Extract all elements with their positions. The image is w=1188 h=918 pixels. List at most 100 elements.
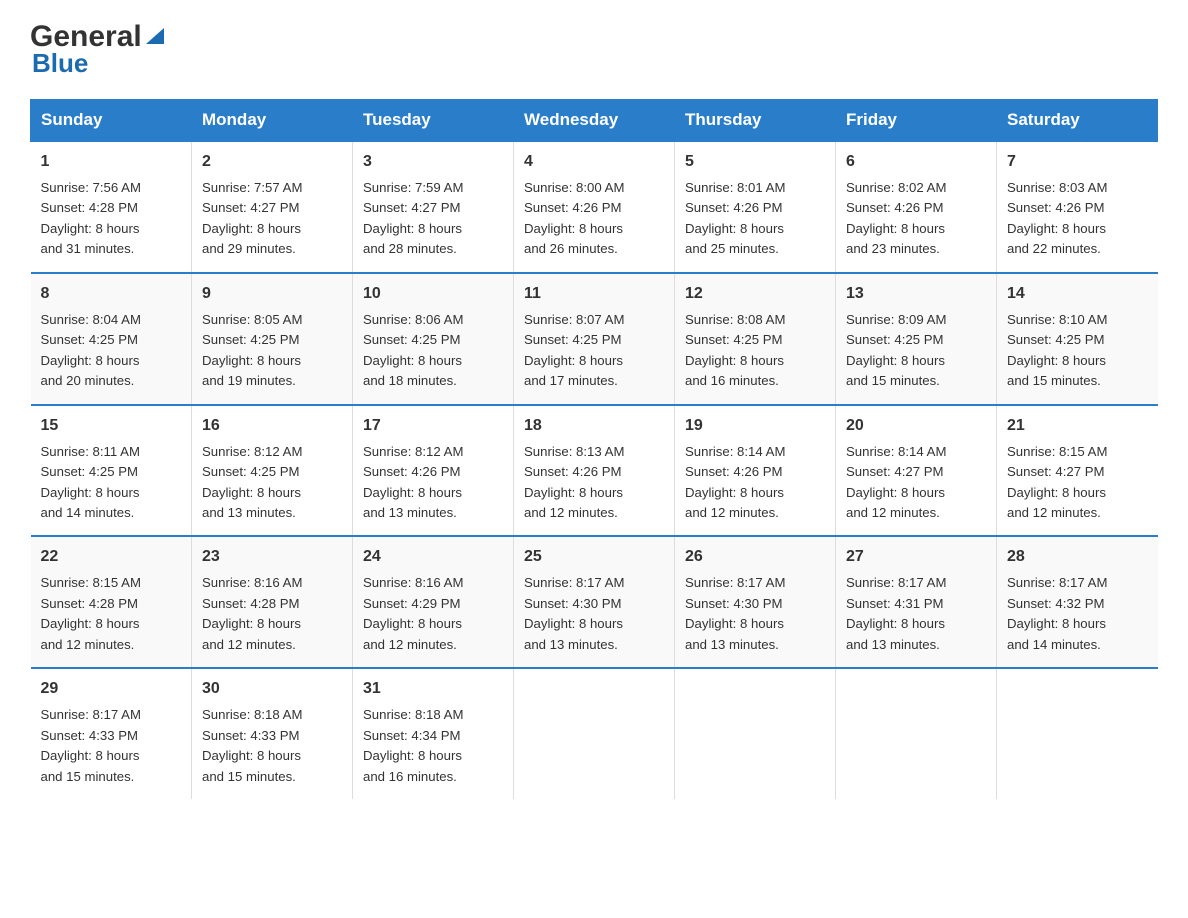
day-number: 24 [363,545,503,569]
calendar-week-row: 22 Sunrise: 8:15 AM Sunset: 4:28 PM Dayli… [31,536,1158,668]
calendar-day-cell: 5 Sunrise: 8:01 AM Sunset: 4:26 PM Daylig… [675,141,836,273]
calendar-day-cell: 25 Sunrise: 8:17 AM Sunset: 4:30 PM Dayli… [514,536,675,668]
day-number: 14 [1007,282,1148,306]
day-info: Sunrise: 8:10 AM Sunset: 4:25 PM Dayligh… [1007,310,1148,392]
calendar-day-cell: 9 Sunrise: 8:05 AM Sunset: 4:25 PM Daylig… [192,273,353,405]
day-info: Sunrise: 8:00 AM Sunset: 4:26 PM Dayligh… [524,178,664,260]
calendar-day-cell: 18Sunrise: 8:13 AM Sunset: 4:26 PM Dayli… [514,405,675,537]
logo: General Blue [30,20,166,79]
day-number: 17 [363,414,503,438]
day-info: Sunrise: 8:06 AM Sunset: 4:25 PM Dayligh… [363,310,503,392]
calendar-day-cell: 31Sunrise: 8:18 AM Sunset: 4:34 PM Dayli… [353,668,514,799]
day-number: 19 [685,414,825,438]
calendar-week-row: 1Sunrise: 7:56 AM Sunset: 4:28 PM Daylig… [31,141,1158,273]
calendar-week-row: 15 Sunrise: 8:11 AM Sunset: 4:25 PM Dayli… [31,405,1158,537]
calendar-day-cell: 3 Sunrise: 7:59 AM Sunset: 4:27 PM Daylig… [353,141,514,273]
day-info: Sunrise: 8:15 AM Sunset: 4:28 PM Dayligh… [41,573,182,655]
day-info: Sunrise: 7:59 AM Sunset: 4:27 PM Dayligh… [363,178,503,260]
day-info: Sunrise: 8:02 AM Sunset: 4:26 PM Dayligh… [846,178,986,260]
calendar-day-cell: 28 Sunrise: 8:17 AM Sunset: 4:32 PM Dayli… [997,536,1158,668]
day-number: 31 [363,677,503,701]
logo-blue: Blue [32,48,88,79]
logo-triangle-icon [144,24,166,46]
day-info: Sunrise: 8:04 AM Sunset: 4:25 PM Dayligh… [41,310,182,392]
header-monday: Monday [192,100,353,142]
day-number: 12 [685,282,825,306]
day-number: 20 [846,414,986,438]
day-info: Sunrise: 8:12 AM Sunset: 4:26 PM Dayligh… [363,442,503,524]
calendar-day-cell: 4 Sunrise: 8:00 AM Sunset: 4:26 PM Daylig… [514,141,675,273]
day-number: 25 [524,545,664,569]
header-wednesday: Wednesday [514,100,675,142]
day-number: 10 [363,282,503,306]
day-info: Sunrise: 8:08 AM Sunset: 4:25 PM Dayligh… [685,310,825,392]
header-sunday: Sunday [31,100,192,142]
calendar-day-cell: 23 Sunrise: 8:16 AM Sunset: 4:28 PM Dayli… [192,536,353,668]
day-number: 2 [202,150,342,174]
calendar-day-cell: 24 Sunrise: 8:16 AM Sunset: 4:29 PM Dayli… [353,536,514,668]
header-thursday: Thursday [675,100,836,142]
day-number: 11 [524,282,664,306]
calendar-day-cell: 14 Sunrise: 8:10 AM Sunset: 4:25 PM Dayli… [997,273,1158,405]
day-info: Sunrise: 8:18 AM Sunset: 4:33 PM Dayligh… [202,705,342,787]
day-info: Sunrise: 8:11 AM Sunset: 4:25 PM Dayligh… [41,442,182,524]
day-number: 1 [41,150,182,174]
calendar-day-cell [514,668,675,799]
calendar-day-cell: 29Sunrise: 8:17 AM Sunset: 4:33 PM Dayli… [31,668,192,799]
day-number: 9 [202,282,342,306]
day-number: 5 [685,150,825,174]
day-info: Sunrise: 8:01 AM Sunset: 4:26 PM Dayligh… [685,178,825,260]
calendar-day-cell: 13Sunrise: 8:09 AM Sunset: 4:25 PM Dayli… [836,273,997,405]
day-number: 4 [524,150,664,174]
day-info: Sunrise: 7:57 AM Sunset: 4:27 PM Dayligh… [202,178,342,260]
day-info: Sunrise: 8:05 AM Sunset: 4:25 PM Dayligh… [202,310,342,392]
day-info: Sunrise: 8:14 AM Sunset: 4:26 PM Dayligh… [685,442,825,524]
header-tuesday: Tuesday [353,100,514,142]
calendar-week-row: 29Sunrise: 8:17 AM Sunset: 4:33 PM Dayli… [31,668,1158,799]
day-number: 21 [1007,414,1148,438]
calendar-day-cell: 1Sunrise: 7:56 AM Sunset: 4:28 PM Daylig… [31,141,192,273]
day-number: 28 [1007,545,1148,569]
calendar-day-cell: 22 Sunrise: 8:15 AM Sunset: 4:28 PM Dayli… [31,536,192,668]
day-number: 30 [202,677,342,701]
calendar-day-cell: 16 Sunrise: 8:12 AM Sunset: 4:25 PM Dayli… [192,405,353,537]
day-info: Sunrise: 8:17 AM Sunset: 4:30 PM Dayligh… [524,573,664,655]
day-number: 7 [1007,150,1148,174]
calendar-table: SundayMondayTuesdayWednesdayThursdayFrid… [30,99,1158,799]
day-number: 13 [846,282,986,306]
calendar-week-row: 8Sunrise: 8:04 AM Sunset: 4:25 PM Daylig… [31,273,1158,405]
day-number: 26 [685,545,825,569]
day-info: Sunrise: 8:07 AM Sunset: 4:25 PM Dayligh… [524,310,664,392]
calendar-day-cell: 12 Sunrise: 8:08 AM Sunset: 4:25 PM Dayli… [675,273,836,405]
calendar-day-cell: 15 Sunrise: 8:11 AM Sunset: 4:25 PM Dayli… [31,405,192,537]
day-number: 29 [41,677,182,701]
day-number: 3 [363,150,503,174]
day-info: Sunrise: 8:16 AM Sunset: 4:29 PM Dayligh… [363,573,503,655]
calendar-day-cell: 20Sunrise: 8:14 AM Sunset: 4:27 PM Dayli… [836,405,997,537]
day-number: 15 [41,414,182,438]
day-number: 6 [846,150,986,174]
day-info: Sunrise: 8:17 AM Sunset: 4:31 PM Dayligh… [846,573,986,655]
day-info: Sunrise: 8:15 AM Sunset: 4:27 PM Dayligh… [1007,442,1148,524]
calendar-day-cell: 27 Sunrise: 8:17 AM Sunset: 4:31 PM Dayli… [836,536,997,668]
calendar-day-cell [675,668,836,799]
calendar-day-cell: 17 Sunrise: 8:12 AM Sunset: 4:26 PM Dayli… [353,405,514,537]
calendar-day-cell: 19 Sunrise: 8:14 AM Sunset: 4:26 PM Dayli… [675,405,836,537]
day-number: 18 [524,414,664,438]
calendar-day-cell: 26Sunrise: 8:17 AM Sunset: 4:30 PM Dayli… [675,536,836,668]
calendar-day-cell: 11 Sunrise: 8:07 AM Sunset: 4:25 PM Dayli… [514,273,675,405]
calendar-day-cell [997,668,1158,799]
day-info: Sunrise: 8:16 AM Sunset: 4:28 PM Dayligh… [202,573,342,655]
day-number: 27 [846,545,986,569]
calendar-day-cell: 6 Sunrise: 8:02 AM Sunset: 4:26 PM Daylig… [836,141,997,273]
calendar-day-cell: 21 Sunrise: 8:15 AM Sunset: 4:27 PM Dayli… [997,405,1158,537]
day-info: Sunrise: 8:12 AM Sunset: 4:25 PM Dayligh… [202,442,342,524]
day-number: 16 [202,414,342,438]
day-number: 22 [41,545,182,569]
day-number: 23 [202,545,342,569]
calendar-day-cell: 7 Sunrise: 8:03 AM Sunset: 4:26 PM Daylig… [997,141,1158,273]
calendar-day-cell: 10 Sunrise: 8:06 AM Sunset: 4:25 PM Dayli… [353,273,514,405]
day-info: Sunrise: 8:17 AM Sunset: 4:32 PM Dayligh… [1007,573,1148,655]
calendar-day-cell: 2 Sunrise: 7:57 AM Sunset: 4:27 PM Daylig… [192,141,353,273]
day-info: Sunrise: 8:03 AM Sunset: 4:26 PM Dayligh… [1007,178,1148,260]
